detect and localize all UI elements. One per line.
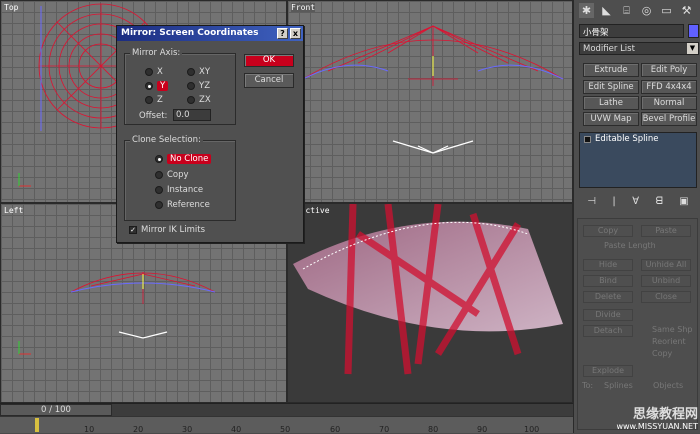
time-bar: 0 / 100	[0, 403, 573, 416]
radio-icon	[155, 201, 163, 209]
paste-length-checkbox[interactable]: Paste Length	[604, 241, 656, 250]
divide-button[interactable]: Divide	[583, 309, 633, 321]
lathe-button[interactable]: Lathe	[583, 96, 639, 110]
watermark: 思缘教程网 www.MISSYUAN.NET	[616, 403, 698, 431]
dialog-titlebar[interactable]: Mirror: Screen Coordinates ? x	[117, 26, 303, 41]
show-end-result-icon[interactable]: |	[612, 196, 615, 210]
mirror-axis-group: Mirror Axis: X Y Z XY YZ ZX Offset: 0.0	[124, 48, 236, 125]
display-tab-icon[interactable]: ▭	[659, 3, 674, 18]
unhide-all-button[interactable]: Unhide All	[641, 259, 691, 271]
paste-button[interactable]: Paste	[641, 225, 691, 237]
viewport-label-front: Front	[291, 3, 316, 12]
mirror-dialog: Mirror: Screen Coordinates ? x Mirror Ax…	[116, 25, 304, 243]
delete-button[interactable]: Delete	[583, 291, 633, 303]
radio-icon	[155, 171, 163, 179]
modifier-list-dropdown[interactable]: Modifier List ▼	[579, 42, 699, 55]
hierarchy-tab-icon[interactable]: ⌸	[619, 3, 634, 18]
viewport-label-left: Left	[4, 206, 24, 215]
modifier-stack[interactable]: Editable Spline	[579, 132, 697, 188]
axis-z-radio[interactable]: Z	[145, 95, 163, 105]
clone-selection-title: Clone Selection:	[130, 135, 203, 145]
radio-icon	[145, 82, 153, 90]
axis-yz-radio[interactable]: YZ	[187, 81, 210, 91]
offset-spinner[interactable]: 0.0	[173, 109, 211, 121]
viewport-perspective[interactable]: spective	[287, 203, 573, 403]
object-color-swatch[interactable]	[688, 24, 699, 38]
copy-button[interactable]: Copy	[583, 225, 633, 237]
motion-tab-icon[interactable]: ◎	[639, 3, 654, 18]
radio-icon	[155, 155, 163, 163]
remove-modifier-icon[interactable]: ᗺ	[656, 196, 663, 210]
watermark-title: 思缘教程网	[632, 407, 698, 422]
edit-spline-button[interactable]: Edit Spline	[583, 80, 639, 94]
no-clone-radio[interactable]: No Clone	[155, 154, 212, 164]
command-panel: ✱ ◣ ⌸ ◎ ▭ ⚒ 小骨架 Modifier List ▼ Extrude …	[573, 0, 700, 433]
radio-icon	[187, 96, 195, 104]
edit-poly-button[interactable]: Edit Poly	[641, 63, 697, 77]
cancel-button[interactable]: Cancel	[244, 73, 294, 88]
mirror-axis-title: Mirror Axis:	[130, 48, 183, 58]
stack-bullet-icon	[584, 135, 591, 143]
reference-radio[interactable]: Reference	[155, 200, 210, 210]
close-spline-button[interactable]: Close	[641, 291, 691, 303]
uvw-map-button[interactable]: UVW Map	[583, 112, 639, 126]
splines-radio[interactable]: Splines	[604, 381, 633, 390]
umbrella-render-perspective	[293, 204, 563, 375]
umbrella-frame-front	[302, 25, 564, 154]
stack-tools: ⊣ | ∀ ᗺ ▣	[579, 196, 697, 210]
radio-icon	[187, 68, 195, 76]
bevel-profile-button[interactable]: Bevel Profile	[641, 112, 697, 126]
radio-icon	[145, 68, 153, 76]
ffd-button[interactable]: FFD 4x4x4	[641, 80, 697, 94]
timeline-ruler[interactable]: 10 20 30 40 50 60 70 80 90 100	[0, 416, 573, 434]
viewport-front[interactable]: Front	[287, 0, 573, 203]
copy-checkbox[interactable]: Copy	[652, 349, 672, 358]
time-slider[interactable]: 0 / 100	[0, 404, 112, 416]
close-button[interactable]: x	[290, 28, 301, 39]
radio-icon	[155, 186, 163, 194]
radio-icon	[187, 82, 195, 90]
viewport-label-top: Top	[4, 3, 19, 12]
stack-item-editable-spline[interactable]: Editable Spline	[580, 133, 696, 145]
explode-button[interactable]: Explode	[583, 365, 633, 377]
checkbox-icon: ✓	[129, 226, 137, 234]
make-unique-icon[interactable]: ∀	[632, 196, 639, 210]
axis-zx-radio[interactable]: ZX	[187, 95, 211, 105]
dialog-title: Mirror: Screen Coordinates	[121, 28, 259, 38]
axis-xy-radio[interactable]: XY	[187, 67, 210, 77]
same-shp-checkbox[interactable]: Same Shp	[652, 325, 692, 334]
copy-radio[interactable]: Copy	[155, 170, 189, 180]
help-button[interactable]: ?	[277, 28, 288, 39]
reorient-checkbox[interactable]: Reorient	[652, 337, 686, 346]
time-marker	[35, 418, 39, 432]
radio-icon	[145, 96, 153, 104]
hide-button[interactable]: Hide	[583, 259, 633, 271]
bind-button[interactable]: Bind	[583, 275, 633, 287]
instance-radio[interactable]: Instance	[155, 185, 203, 195]
watermark-url: www.MISSYUAN.NET	[616, 422, 698, 431]
axis-y-radio[interactable]: Y	[145, 81, 169, 91]
mirror-ik-checkbox[interactable]: ✓ Mirror IK Limits	[129, 225, 205, 235]
unbind-button[interactable]: Unbind	[641, 275, 691, 287]
axis-x-radio[interactable]: X	[145, 67, 163, 77]
normal-button[interactable]: Normal	[641, 96, 697, 110]
create-tab-icon[interactable]: ✱	[579, 3, 594, 18]
utilities-tab-icon[interactable]: ⚒	[679, 3, 694, 18]
modify-tab-icon[interactable]: ◣	[599, 3, 614, 18]
offset-label: Offset:	[139, 111, 168, 121]
ok-button[interactable]: OK	[244, 54, 294, 67]
axis-gizmo	[18, 173, 31, 187]
to-label: To:	[582, 381, 594, 390]
detach-button[interactable]: Detach	[583, 325, 633, 337]
objects-radio[interactable]: Objects	[653, 381, 683, 390]
clone-selection-group: Clone Selection: No Clone Copy Instance …	[124, 135, 236, 221]
configure-sets-icon[interactable]: ▣	[679, 196, 688, 210]
object-name-field[interactable]: 小骨架	[579, 24, 684, 38]
extrude-button[interactable]: Extrude	[583, 63, 639, 77]
rollout-disabled: Copy Paste Paste Length Hide Unhide All …	[577, 218, 698, 430]
pin-stack-icon[interactable]: ⊣	[587, 196, 596, 210]
chevron-down-icon: ▼	[687, 43, 698, 54]
